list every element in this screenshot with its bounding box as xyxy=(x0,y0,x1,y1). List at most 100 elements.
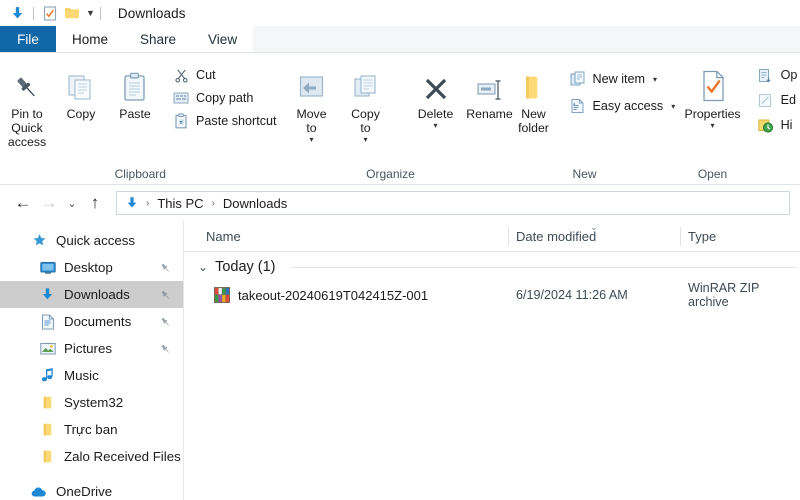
sidebar-item-pictures[interactable]: Pictures xyxy=(0,335,183,362)
sidebar-label: Zalo Received Files xyxy=(64,449,181,464)
copy-path-icon xyxy=(172,89,190,107)
tab-view[interactable]: View xyxy=(192,26,253,53)
properties-check-icon[interactable] xyxy=(39,3,61,23)
group-label-organize: Organize xyxy=(366,167,415,181)
sidebar-item-documents[interactable]: Documents xyxy=(0,308,183,335)
paste-shortcut-label: Paste shortcut xyxy=(196,114,277,128)
open-label: Op xyxy=(780,68,798,82)
customize-chevron-icon[interactable]: ▼ xyxy=(86,8,95,18)
sidebar-item-music[interactable]: Music xyxy=(0,362,183,389)
column-header-name-label: Name xyxy=(206,228,241,244)
recent-locations-button[interactable]: ⌄ xyxy=(62,190,82,216)
easy-access-icon xyxy=(569,97,587,115)
group-label-open: Open xyxy=(697,167,728,181)
new-item-button[interactable]: New item ▾ xyxy=(565,69,680,89)
tab-file[interactable]: File xyxy=(0,26,56,53)
sidebar-item-onedrive[interactable]: OneDrive xyxy=(0,478,183,500)
sidebar-label: System32 xyxy=(64,395,124,410)
sidebar-item-desktop[interactable]: Desktop xyxy=(0,254,183,281)
sort-indicator-icon: ⌄ xyxy=(590,221,598,232)
pin-to-quick-access-button[interactable]: Pin to Quick access xyxy=(0,61,54,149)
paste-icon xyxy=(120,63,150,103)
edit-button[interactable]: Ed xyxy=(753,90,800,110)
file-name-cell[interactable]: takeout-20240619T042415Z-001 xyxy=(198,287,508,303)
copy-to-caret-icon[interactable]: ▾ xyxy=(364,136,368,144)
file-list-pane: Name ⌄ Date modified Type ⌄ Today (1) ta… xyxy=(184,221,800,500)
file-group-header-today[interactable]: ⌄ Today (1) xyxy=(184,252,800,282)
cut-button[interactable]: Cut xyxy=(168,65,281,85)
column-header-name[interactable]: Name xyxy=(198,221,508,252)
folder-icon xyxy=(38,394,57,412)
music-note-icon xyxy=(38,367,57,385)
copy-button[interactable]: Copy xyxy=(54,61,108,121)
breadcrumb-downloads[interactable]: Downloads xyxy=(219,196,291,211)
properties-label: Properties xyxy=(684,107,741,121)
easy-access-button[interactable]: Easy access ▾ xyxy=(565,96,680,116)
chevron-down-icon[interactable]: ⌄ xyxy=(198,260,208,274)
new-folder-label: New folder xyxy=(518,107,549,135)
forward-button[interactable]: → xyxy=(36,190,62,216)
column-divider[interactable] xyxy=(508,226,509,246)
tab-home[interactable]: Home xyxy=(56,26,125,53)
new-item-label: New item xyxy=(592,72,645,86)
ribbon-group-open: Properties ▾ Op Ed Hi Open xyxy=(669,53,800,184)
column-header-date-modified[interactable]: ⌄ Date modified xyxy=(508,221,680,252)
pin-icon[interactable] xyxy=(160,289,171,300)
column-header-type[interactable]: Type xyxy=(680,221,800,252)
titlebar-divider xyxy=(33,6,34,20)
pin-icon[interactable] xyxy=(160,343,171,354)
history-icon xyxy=(757,116,775,134)
back-button[interactable]: ← xyxy=(10,190,36,216)
copy-to-button[interactable]: Copy to ▾ xyxy=(339,61,393,144)
paste-shortcut-icon xyxy=(172,112,190,130)
desktop-icon xyxy=(38,259,57,277)
move-to-button[interactable]: Move to ▾ xyxy=(285,61,339,144)
breadcrumb-this-pc[interactable]: This PC xyxy=(153,196,207,211)
properties-button[interactable]: Properties ▾ xyxy=(679,61,747,130)
table-row[interactable]: takeout-20240619T042415Z-001 6/19/2024 1… xyxy=(184,281,800,309)
file-name-label: takeout-20240619T042415Z-001 xyxy=(238,287,429,303)
tabstrip-filler xyxy=(253,26,800,53)
sidebar-label: Quick access xyxy=(56,233,136,248)
up-button[interactable]: ↑ xyxy=(82,190,108,216)
move-to-caret-icon[interactable]: ▾ xyxy=(310,136,314,144)
properties-caret-icon[interactable]: ▾ xyxy=(711,122,715,130)
history-button[interactable]: Hi xyxy=(753,115,800,135)
scissors-icon xyxy=(172,66,190,84)
sidebar-item-system32[interactable]: System32 xyxy=(0,389,183,416)
copy-path-button[interactable]: Copy path xyxy=(168,88,281,108)
address-field[interactable]: › This PC › Downloads xyxy=(116,191,790,215)
open-button[interactable]: Op xyxy=(753,65,800,85)
easy-access-label: Easy access xyxy=(592,99,664,113)
copy-path-label: Copy path xyxy=(196,91,254,105)
breadcrumb-separator: › xyxy=(146,197,150,209)
address-bar: ← → ⌄ ↑ › This PC › Downloads xyxy=(0,185,800,221)
cut-label: Cut xyxy=(196,68,216,82)
move-to-icon xyxy=(297,63,327,103)
new-folder-button[interactable]: New folder xyxy=(507,61,561,135)
winrar-archive-icon xyxy=(214,287,230,303)
paste-button[interactable]: Paste xyxy=(108,61,162,121)
new-item-caret-icon[interactable]: ▾ xyxy=(653,75,657,84)
sidebar-item-truc-ban[interactable]: Trực ban xyxy=(0,416,183,443)
new-folder-icon xyxy=(519,63,549,103)
sidebar-item-quick-access[interactable]: Quick access xyxy=(0,227,183,254)
sidebar-label: Music xyxy=(64,368,99,383)
breadcrumb-separator-2: › xyxy=(211,197,215,209)
sidebar-item-downloads[interactable]: Downloads xyxy=(0,281,183,308)
sidebar-label: OneDrive xyxy=(56,484,113,499)
titlebar-divider-2 xyxy=(99,6,101,20)
column-divider[interactable] xyxy=(680,226,681,246)
delete-button[interactable]: Delete ▾ xyxy=(409,61,463,130)
folder-icon[interactable] xyxy=(61,3,83,23)
tab-share[interactable]: Share xyxy=(124,26,192,53)
sidebar-item-zalo-received-files[interactable]: Zalo Received Files xyxy=(0,443,183,470)
sidebar-label: Downloads xyxy=(64,287,130,302)
pin-icon[interactable] xyxy=(160,316,171,327)
delete-caret-icon[interactable]: ▾ xyxy=(434,122,438,130)
column-header-date-label: Date modified xyxy=(516,228,597,244)
edit-icon xyxy=(757,91,775,109)
pin-icon[interactable] xyxy=(160,262,171,273)
star-icon xyxy=(30,232,49,250)
paste-shortcut-button[interactable]: Paste shortcut xyxy=(168,111,281,131)
